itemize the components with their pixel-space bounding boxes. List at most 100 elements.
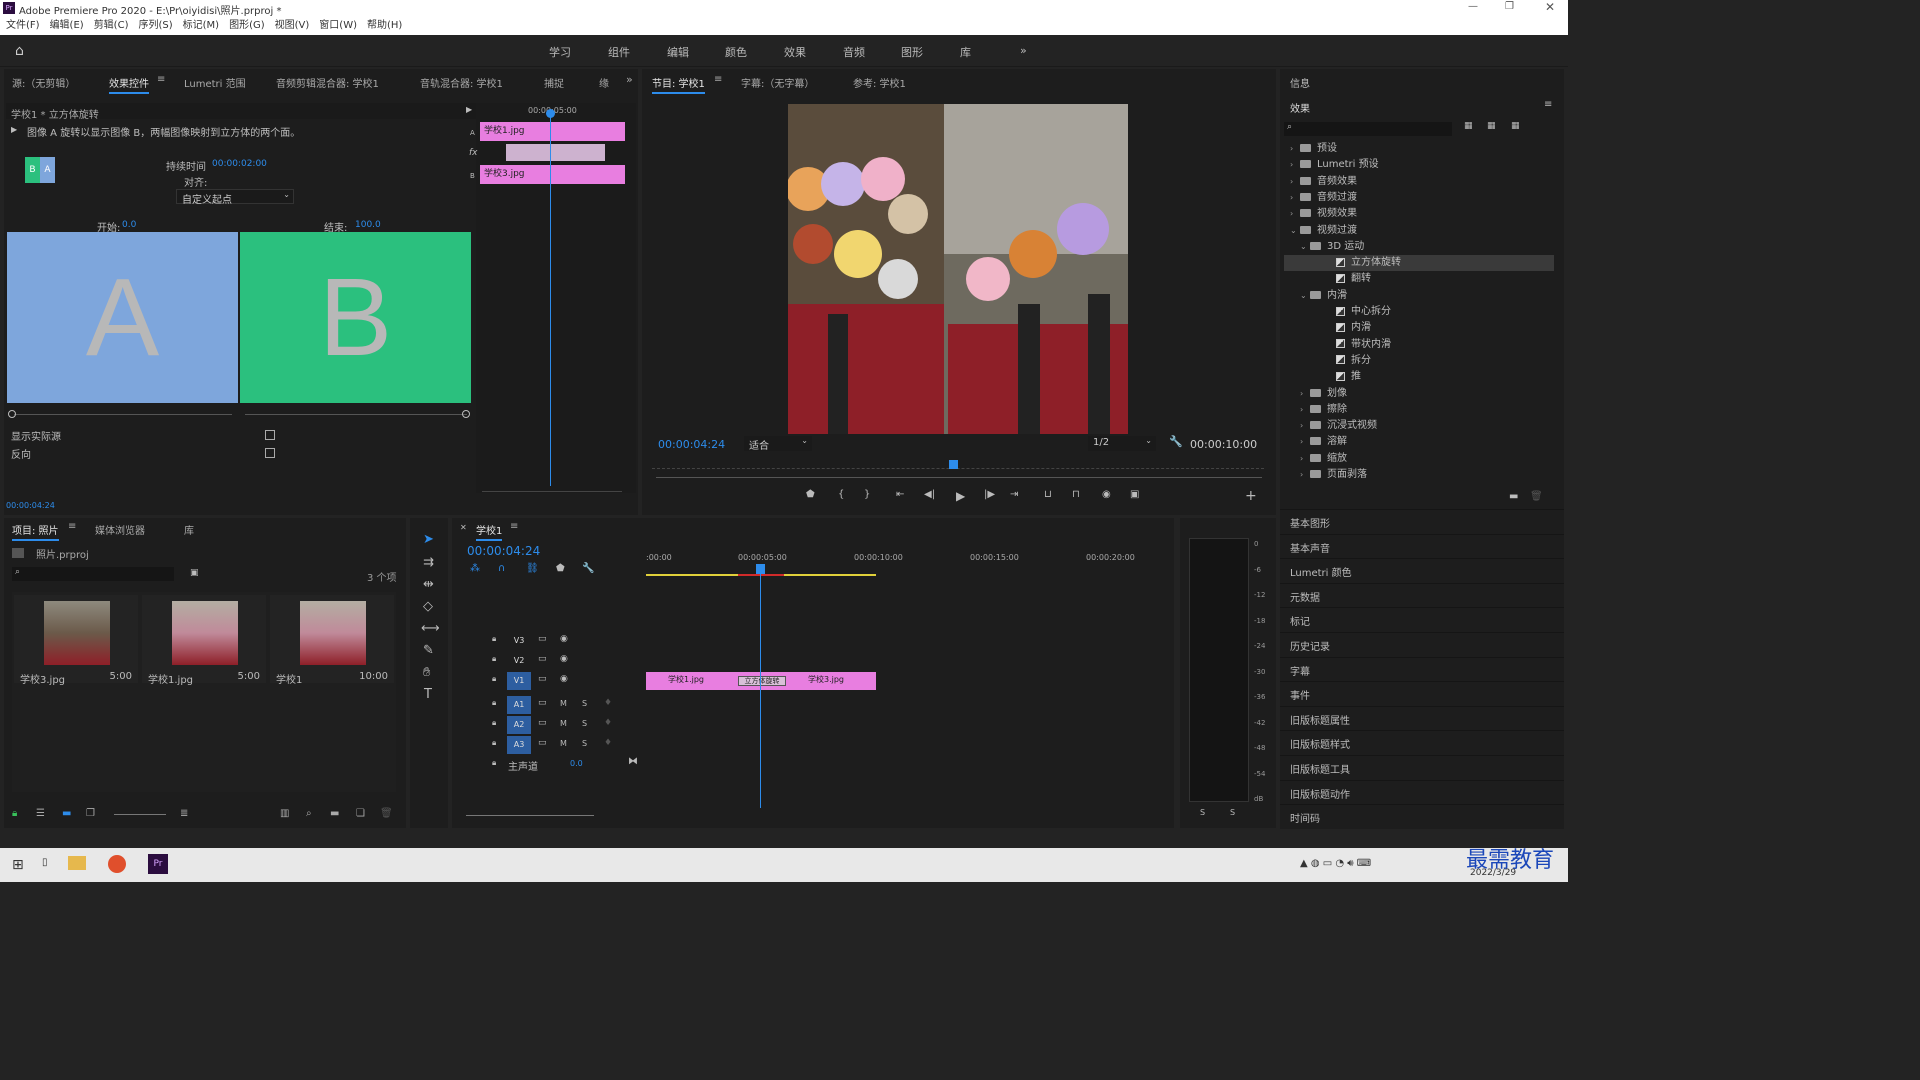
minimize-icon[interactable]: — bbox=[1468, 1, 1478, 12]
list-view-icon[interactable]: ☰ bbox=[36, 808, 45, 819]
tab-media-browser[interactable]: 媒体浏览器 bbox=[95, 522, 145, 537]
track-target-button[interactable]: V1 bbox=[507, 672, 531, 690]
end-value[interactable]: 100.0 bbox=[355, 220, 381, 230]
tab-sequence[interactable]: 学校1 bbox=[476, 522, 503, 541]
windows-start-icon[interactable]: ⊞ bbox=[12, 857, 24, 873]
ws-libraries[interactable]: 库 bbox=[960, 44, 971, 60]
solo-right-button[interactable]: S bbox=[1230, 808, 1235, 817]
panel-list-item[interactable]: 基本图形 bbox=[1280, 509, 1564, 533]
linked-selection-icon[interactable]: ⛓︎ bbox=[526, 563, 539, 574]
home-icon[interactable]: ⌂ bbox=[15, 43, 24, 59]
end-slider[interactable] bbox=[245, 414, 467, 415]
ws-edit[interactable]: 编辑 bbox=[667, 44, 689, 60]
ec-timecode[interactable]: 00:00:04:24 bbox=[6, 501, 55, 510]
razor-tool-icon[interactable]: ◇ bbox=[423, 599, 433, 614]
export-frame-icon[interactable]: ◉ bbox=[1102, 489, 1111, 500]
effect-tree-item[interactable]: › 视频效果 bbox=[1284, 206, 1554, 222]
chevron-right-icon[interactable]: › bbox=[1290, 141, 1300, 157]
play-triangle-icon[interactable]: ▶ bbox=[466, 105, 472, 114]
fit-dropdown[interactable]: 适合 ⌄ bbox=[744, 436, 812, 452]
new-item-icon[interactable]: ❏ bbox=[356, 808, 365, 819]
snap-icon[interactable]: ∩ bbox=[498, 563, 505, 574]
eye-icon[interactable]: ◉ bbox=[560, 674, 568, 684]
align-dropdown[interactable]: 自定义起点 ⌄ bbox=[176, 189, 294, 206]
menu-view[interactable]: 视图(V) bbox=[275, 20, 310, 31]
zoom-slider[interactable] bbox=[114, 814, 166, 815]
lock-icon[interactable]: 🔒︎ bbox=[492, 674, 496, 684]
effect-tree-item[interactable]: 推 bbox=[1284, 369, 1554, 385]
effect-tree-item[interactable]: › 音频效果 bbox=[1284, 174, 1554, 190]
project-item[interactable]: 学校1.jpg 5:00 bbox=[142, 595, 266, 686]
chevron-right-icon[interactable]: › bbox=[1300, 451, 1310, 467]
panel-list-item[interactable]: 旧版标题动作 bbox=[1280, 779, 1564, 804]
panel-list-item[interactable]: 元数据 bbox=[1280, 582, 1564, 607]
wrench-icon[interactable]: 🔧 bbox=[1169, 435, 1183, 448]
track-target-button[interactable]: A3 bbox=[507, 736, 531, 754]
delete-icon[interactable]: 🗑 bbox=[1530, 491, 1543, 502]
new-search-bin-icon[interactable]: ▣ bbox=[190, 568, 199, 578]
ws-assembly[interactable]: 组件 bbox=[608, 44, 630, 60]
lock-icon[interactable]: 🔒︎ bbox=[492, 758, 496, 768]
sync-lock-icon[interactable]: ▭ bbox=[538, 698, 547, 708]
tab-overflow[interactable]: 缘 bbox=[599, 75, 609, 90]
ws-audio[interactable]: 音频 bbox=[843, 44, 865, 60]
menu-sequence[interactable]: 序列(S) bbox=[138, 20, 172, 31]
selection-tool-icon[interactable]: ➤ bbox=[423, 532, 434, 547]
mark-out-icon[interactable]: } bbox=[864, 489, 870, 500]
effects-search[interactable]: ⌕ bbox=[1284, 122, 1452, 136]
premiere-taskbar-icon[interactable]: Pr bbox=[148, 854, 168, 874]
mic-icon[interactable]: ♦ bbox=[604, 698, 612, 708]
panel-list-item[interactable]: 历史记录 bbox=[1280, 632, 1564, 656]
menu-icon[interactable]: ≡ bbox=[157, 74, 165, 85]
slider-handle[interactable] bbox=[462, 410, 470, 418]
new-bin-icon[interactable]: ▬ bbox=[330, 808, 339, 819]
track-select-tool-icon[interactable]: ⇉ bbox=[423, 555, 434, 570]
tab-program[interactable]: 节目: 学校1 bbox=[652, 75, 705, 94]
accelerated-icon[interactable]: ▦ bbox=[1464, 121, 1473, 131]
slider-handle[interactable] bbox=[8, 410, 16, 418]
chevron-right-icon[interactable]: › bbox=[1290, 206, 1300, 222]
menu-icon[interactable]: ≡ bbox=[1544, 99, 1552, 110]
ws-effects[interactable]: 效果 bbox=[784, 44, 806, 60]
panel-list-item[interactable]: 事件 bbox=[1280, 681, 1564, 705]
start-value[interactable]: 0.0 bbox=[122, 220, 136, 230]
chevron-down-icon[interactable]: ⌄ bbox=[1300, 288, 1310, 304]
lock-icon[interactable]: 🔒︎ bbox=[492, 738, 496, 748]
effect-tree-item[interactable]: › 溶解 bbox=[1284, 434, 1554, 450]
track-target-button[interactable]: A2 bbox=[507, 716, 531, 734]
menu-clip[interactable]: 剪辑(C) bbox=[94, 20, 129, 31]
eye-icon[interactable]: ◉ bbox=[560, 654, 568, 664]
menu-icon[interactable]: ≡ bbox=[510, 521, 518, 532]
effect-tree-item[interactable]: › 音频过渡 bbox=[1284, 190, 1554, 206]
lift-icon[interactable]: ⊔ bbox=[1044, 489, 1052, 500]
effect-tree-item[interactable]: › 预设 bbox=[1284, 141, 1554, 157]
mini-clip-a[interactable]: 学校1.jpg bbox=[480, 122, 625, 141]
master-end-icon[interactable]: ⧓ bbox=[628, 756, 638, 767]
menu-help[interactable]: 帮助(H) bbox=[367, 20, 402, 31]
lock-icon[interactable]: 🔒︎ bbox=[492, 634, 496, 644]
tab-reference[interactable]: 参考: 学校1 bbox=[853, 75, 906, 90]
panel-list-item[interactable]: 旧版标题样式 bbox=[1280, 730, 1564, 754]
solo-button[interactable]: S bbox=[582, 719, 587, 728]
go-to-out-icon[interactable]: ⇥ bbox=[1010, 489, 1018, 500]
effect-tree-item[interactable]: ⌄ 视频过渡 bbox=[1284, 223, 1554, 239]
ripple-edit-tool-icon[interactable]: ⇹ bbox=[423, 577, 434, 592]
slip-tool-icon[interactable]: ⟷ bbox=[421, 621, 440, 636]
chevron-down-icon[interactable]: ⌄ bbox=[1290, 223, 1300, 239]
go-to-in-icon[interactable]: ⇤ bbox=[896, 489, 904, 500]
effect-tree-item[interactable]: 拆分 bbox=[1284, 353, 1554, 369]
project-item[interactable]: 学校3.jpg 5:00 bbox=[14, 595, 138, 686]
chevron-right-icon[interactable]: › bbox=[1300, 386, 1310, 402]
panel-list-item[interactable]: 旧版标题工具 bbox=[1280, 755, 1564, 779]
mic-icon[interactable]: ♦ bbox=[604, 718, 612, 728]
program-scrub-ruler[interactable] bbox=[652, 459, 1264, 469]
solo-button[interactable]: S bbox=[582, 739, 587, 748]
automate-icon[interactable]: ▥ bbox=[280, 808, 289, 819]
tab-source[interactable]: 源:（无剪辑） bbox=[12, 75, 75, 90]
sync-lock-icon[interactable]: ▭ bbox=[538, 718, 547, 728]
type-tool-icon[interactable]: T bbox=[424, 687, 432, 702]
add-marker-icon[interactable]: ⬟ bbox=[556, 563, 565, 574]
more-workspaces-icon[interactable]: » bbox=[1020, 44, 1027, 57]
tab-captions[interactable]: 字幕:（无字幕） bbox=[741, 75, 814, 90]
menu-marker[interactable]: 标记(M) bbox=[183, 20, 219, 31]
